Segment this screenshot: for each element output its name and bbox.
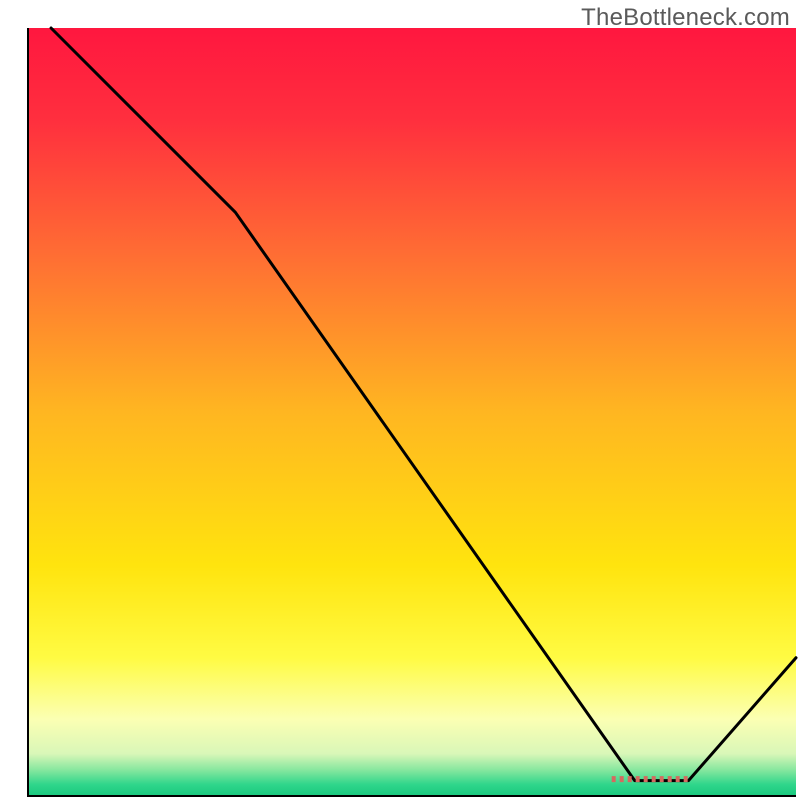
plot-background — [28, 28, 796, 796]
bottleneck-chart — [0, 0, 800, 800]
